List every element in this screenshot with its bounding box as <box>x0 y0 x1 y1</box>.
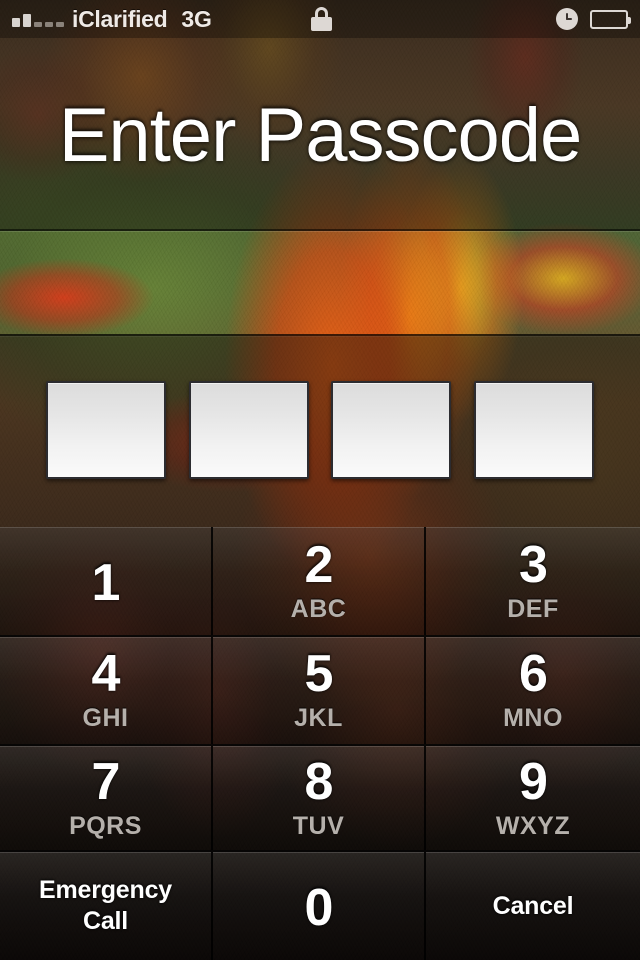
key-3[interactable]: 3 DEF <box>426 527 640 637</box>
lock-icon <box>311 7 332 31</box>
divider-top <box>0 229 640 231</box>
key-7[interactable]: 7 PQRS <box>0 746 213 852</box>
key-7-letters: PQRS <box>69 811 142 840</box>
key-9[interactable]: 9 WXYZ <box>426 746 640 852</box>
key-2-letters: ABC <box>290 594 347 623</box>
signal-bars-icon <box>12 11 64 27</box>
key-6-digit: 6 <box>519 645 548 703</box>
key-6-letters: MNO <box>503 704 563 732</box>
carrier-label: iClarified <box>72 5 168 32</box>
key-7-digit: 7 <box>91 752 121 811</box>
passcode-box-1 <box>46 381 166 479</box>
key-5[interactable]: 5 JKL <box>213 637 426 746</box>
key-9-digit: 9 <box>519 752 548 811</box>
key-9-letters: WXYZ <box>495 811 571 840</box>
emergency-call-line-2: Call <box>82 907 129 935</box>
key-0[interactable]: 0 <box>213 852 426 960</box>
page-title: Enter Passcode <box>58 93 583 178</box>
emergency-call-button[interactable]: Emergency Call <box>0 852 213 960</box>
key-6[interactable]: 6 MNO <box>426 637 640 746</box>
key-3-letters: DEF <box>507 594 559 623</box>
passcode-box-4 <box>473 381 594 479</box>
emergency-call-line-1: Emergency <box>39 876 172 904</box>
key-4-letters: GHI <box>82 704 129 732</box>
key-1-digit: 1 <box>91 554 121 612</box>
key-5-digit: 5 <box>304 645 334 703</box>
key-0-digit: 0 <box>304 879 334 937</box>
divider-bottom <box>0 334 640 336</box>
passcode-box-2 <box>188 381 309 479</box>
key-3-digit: 3 <box>519 535 548 594</box>
passcode-box-3 <box>331 381 452 479</box>
cancel-button[interactable]: Cancel <box>426 852 640 960</box>
key-4-digit: 4 <box>91 645 121 703</box>
cancel-label: Cancel <box>492 891 574 920</box>
passcode-keypad: 1 2 ABC 3 DEF 4 GHI 5 JKL 6 MNO 7 PQRS 8… <box>0 527 640 960</box>
status-right-group <box>556 8 631 30</box>
key-5-letters: JKL <box>294 704 343 732</box>
status-bar: iClarified 3G <box>0 0 640 38</box>
key-4[interactable]: 4 GHI <box>0 637 213 746</box>
key-2-digit: 2 <box>304 535 334 594</box>
key-1[interactable]: 1 <box>0 527 213 637</box>
key-2[interactable]: 2 ABC <box>213 527 426 637</box>
key-8-letters: TUV <box>292 811 345 840</box>
lock-screen: iClarified 3G Enter Passcode 1 2 ABC 3 D… <box>0 0 640 960</box>
network-type-label: 3G <box>181 5 212 32</box>
passcode-field[interactable] <box>46 381 594 479</box>
key-8-digit: 8 <box>304 752 334 811</box>
key-8[interactable]: 8 TUV <box>213 746 426 852</box>
alarm-clock-icon <box>556 8 578 30</box>
battery-icon <box>590 9 631 29</box>
